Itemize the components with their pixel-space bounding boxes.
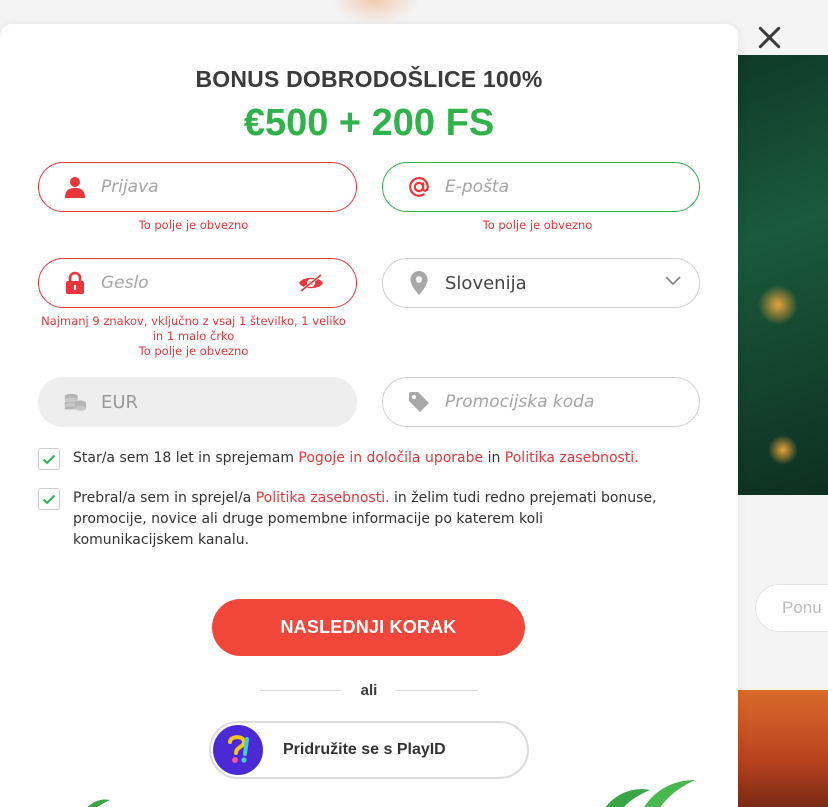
tag-icon bbox=[407, 390, 431, 414]
palm-leaf-icon bbox=[605, 780, 695, 807]
user-icon bbox=[63, 175, 87, 199]
palm-leaf-icon bbox=[87, 799, 110, 807]
email-input[interactable] bbox=[445, 177, 645, 197]
background-art-top bbox=[330, 0, 420, 24]
promo-input[interactable] bbox=[445, 392, 645, 412]
eye-slash-icon[interactable] bbox=[297, 273, 325, 293]
privacy-link[interactable]: Politika zasebnosti. bbox=[505, 450, 639, 466]
currency-field: EUR bbox=[38, 377, 357, 427]
lock-icon bbox=[63, 271, 87, 295]
close-icon[interactable] bbox=[752, 20, 786, 54]
password-input[interactable] bbox=[101, 273, 291, 293]
playid-label: Pridružite se s PlayID bbox=[283, 741, 446, 758]
divider-line bbox=[397, 690, 478, 691]
background-game-banner bbox=[738, 55, 828, 495]
password-field[interactable] bbox=[38, 258, 357, 308]
email-error: To polje je obvezno bbox=[482, 218, 593, 232]
country-select[interactable]: Slovenija bbox=[382, 258, 700, 308]
marketing-checkbox[interactable] bbox=[38, 488, 60, 510]
modal-title: BONUS DOBRODOŠLICE 100% bbox=[195, 66, 543, 92]
consent-marketing: Prebral/a sem in sprejel/a Politika zase… bbox=[38, 488, 678, 551]
login-error: To polje je obvezno bbox=[138, 218, 249, 232]
login-input[interactable] bbox=[101, 177, 301, 197]
next-step-button[interactable]: NASLEDNJI KORAK bbox=[212, 599, 525, 656]
playid-logo-icon bbox=[213, 725, 263, 775]
at-icon bbox=[407, 175, 431, 199]
password-hint: Najmanj 9 znakov, vključno z vsaj 1 štev… bbox=[41, 314, 346, 343]
playid-button[interactable]: Pridružite se s PlayID bbox=[209, 721, 529, 779]
or-divider: ali bbox=[260, 682, 478, 699]
marketing-text: Prebral/a sem in sprejel/a Politika zase… bbox=[73, 490, 657, 548]
country-value: Slovenija bbox=[445, 272, 527, 294]
promo-field[interactable] bbox=[382, 377, 700, 427]
location-pin-icon bbox=[407, 271, 431, 295]
coins-icon bbox=[63, 390, 87, 414]
divider-line bbox=[260, 690, 341, 691]
registration-modal: BONUS DOBRODOŠLICE 100% €500 + 200 FS To… bbox=[0, 24, 738, 807]
terms-checkbox[interactable] bbox=[38, 448, 60, 470]
chevron-down-icon bbox=[665, 276, 681, 286]
terms-link[interactable]: Pogoje in določila uporabe bbox=[298, 450, 483, 466]
check-icon bbox=[42, 494, 56, 504]
bonus-amount: €500 + 200 FS bbox=[243, 102, 495, 144]
email-field[interactable] bbox=[382, 162, 700, 212]
terms-text: Star/a sem 18 let in sprejemam Pogoje in… bbox=[73, 450, 639, 466]
or-label: ali bbox=[360, 682, 378, 699]
password-error: To polje je obvezno bbox=[138, 344, 249, 358]
login-field[interactable] bbox=[38, 162, 357, 212]
privacy-link[interactable]: Politika zasebnosti. bbox=[256, 490, 390, 506]
check-icon bbox=[42, 454, 56, 464]
consent-terms: Star/a sem 18 let in sprejemam Pogoje in… bbox=[38, 448, 639, 470]
background-game-banner-bottom bbox=[738, 690, 828, 807]
background-search-input: Ponu bbox=[755, 584, 828, 632]
currency-value: EUR bbox=[101, 391, 139, 413]
